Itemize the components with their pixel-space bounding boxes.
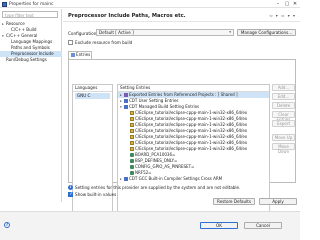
minimize-button[interactable]: – — [274, 1, 282, 8]
macro-icon — [130, 159, 134, 163]
setting-entry-label: C/Eclipse_tutorial/eclipse-cppp-main-1-w… — [135, 140, 248, 145]
setting-entry-label: C/Eclipse_tutorial/eclipse-cppp-main-1-w… — [135, 116, 248, 121]
setting-entries-header: Setting Entries — [118, 85, 269, 92]
filter-input[interactable]: type filter text — [2, 11, 58, 18]
move-up-button[interactable]: Move Up — [272, 134, 295, 141]
clear-entries-button[interactable]: Clear Entries — [272, 111, 295, 122]
apply-button[interactable]: Apply — [259, 198, 297, 205]
setting-entry-label: C/Eclipse_tutorial/eclipse-cppp-main-1-w… — [135, 146, 248, 151]
app-icon — [2, 1, 7, 7]
delete-button[interactable]: Delete — [272, 102, 295, 109]
macro-icon — [130, 171, 134, 175]
tree-item-label: Paths and Symbols — [11, 45, 50, 50]
configuration-value: Default [ Active ] — [99, 30, 134, 35]
folder-icon — [130, 135, 134, 139]
provider-icon — [124, 93, 128, 97]
tree-item-label: C/C++ Build — [11, 27, 37, 32]
entries-icon — [71, 53, 75, 57]
tree-item-label: C/C++ General — [6, 33, 38, 38]
provider-icon — [124, 99, 128, 103]
configuration-label: Configuration: — [68, 31, 98, 36]
folder-icon — [130, 129, 134, 133]
folder-icon — [130, 141, 134, 145]
history-navigation[interactable]: ⇦ ▾ ⇨ ▾ ▾ — [269, 13, 296, 18]
setting-entry-label: BSP_DEFINES_ONLY= — [135, 158, 178, 163]
setting-entry-label: CDT GCC Built-in Compiler Settings Cross… — [129, 176, 223, 181]
setting-entry-label: Exported Entries from Referenced Project… — [129, 92, 238, 97]
folder-icon — [130, 123, 134, 127]
maximize-button[interactable]: ▢ — [283, 1, 291, 8]
setting-entry-label: C/Eclipse_tutorial/eclipse-cppp-main-1-w… — [135, 134, 248, 139]
tree-item-label: Language Mappings — [11, 39, 53, 44]
exclude-from-build-checkbox[interactable] — [68, 40, 73, 45]
configuration-select[interactable]: Default [ Active ] ▾ — [96, 29, 234, 36]
ok-button[interactable]: OK — [200, 222, 238, 229]
info-icon: i — [68, 185, 73, 190]
folder-icon — [130, 111, 134, 115]
title-divider — [63, 21, 300, 22]
languages-header: Languages — [73, 85, 112, 92]
setting-entry-label: C/Eclipse_tutorial/eclipse-cppp-main-1-w… — [135, 110, 248, 115]
title-bar: Properties for mainc – ▢ ✕ — [0, 0, 300, 8]
setting-entry-label: C/Eclipse_tutorial/eclipse-cppp-main-1-w… — [135, 128, 248, 133]
tab-entries-label: Entries — [76, 52, 91, 57]
show-builtin-label: Show built-in values — [75, 192, 117, 197]
folder-icon — [130, 117, 134, 121]
setting-entry[interactable]: ▸ CDT GCC Built-in Compiler Settings Cros… — [118, 176, 269, 182]
show-builtin-checkbox[interactable] — [68, 192, 73, 197]
tree-item-label: Run/Debug Settings — [6, 57, 47, 62]
tree-item-label: Resource — [6, 21, 25, 26]
export-button[interactable]: Export — [272, 120, 295, 127]
tree-item-label: Preprocessor Include — [11, 51, 54, 56]
chevron-down-icon: ▾ — [229, 30, 231, 34]
setting-entry-label: BOARD_PCA10036= — [135, 152, 176, 157]
language-item[interactable]: GNU C — [75, 93, 110, 99]
folder-icon — [130, 147, 134, 151]
setting-entry-label: CDT Managed Build Setting Entries — [129, 104, 200, 109]
window-title: Properties for mainc — [9, 1, 54, 7]
provider-icon — [124, 105, 128, 109]
move-down-button[interactable]: Move Down — [272, 143, 295, 154]
property-page: Preprocessor Include Paths, Macros etc. … — [63, 9, 300, 216]
info-message: Setting entries for this provider are su… — [75, 185, 241, 190]
cancel-button[interactable]: Cancel — [244, 222, 282, 229]
macro-icon — [130, 153, 134, 157]
property-tree: ▸ Resource C/C++ Build ▾ C/C++ General Langua… — [0, 21, 62, 63]
restore-defaults-button[interactable]: Restore Defaults — [213, 198, 255, 205]
entries-tab-content: Languages GNU C Setting Entries ▸ Exporte… — [68, 59, 296, 216]
navigation-panel: type filter text ▸ Resource C/C++ Build ▾ C/… — [0, 9, 62, 202]
page-title: Preprocessor Include Paths, Macros etc. — [68, 13, 186, 19]
help-icon[interactable]: ? — [4, 222, 10, 228]
tab-entries[interactable]: Entries — [68, 51, 92, 59]
setting-entries-tree: Setting Entries ▸ Exported Entries from R… — [117, 84, 270, 216]
setting-entry-label: CONFIG_GPIO_AS_PINRESET= — [135, 164, 195, 169]
setting-entry-label: C/Eclipse_tutorial/eclipse-cppp-main-1-w… — [135, 122, 248, 127]
dialog-footer: ? OK Cancel — [0, 211, 300, 240]
add-button[interactable]: Add... — [272, 84, 295, 91]
macro-icon — [130, 165, 134, 169]
exclude-from-build-label: Exclude resource from build — [75, 40, 133, 45]
edit-button[interactable]: Edit... — [272, 93, 295, 100]
tree-item[interactable]: Run/Debug Settings — [0, 57, 62, 63]
manage-configurations-button[interactable]: Manage Configurations... — [237, 29, 296, 36]
setting-entry-label: CDT User Setting Entries — [129, 98, 179, 103]
setting-entry-label: NRF52= — [135, 170, 152, 175]
provider-icon — [124, 177, 128, 181]
close-button[interactable]: ✕ — [291, 1, 299, 8]
